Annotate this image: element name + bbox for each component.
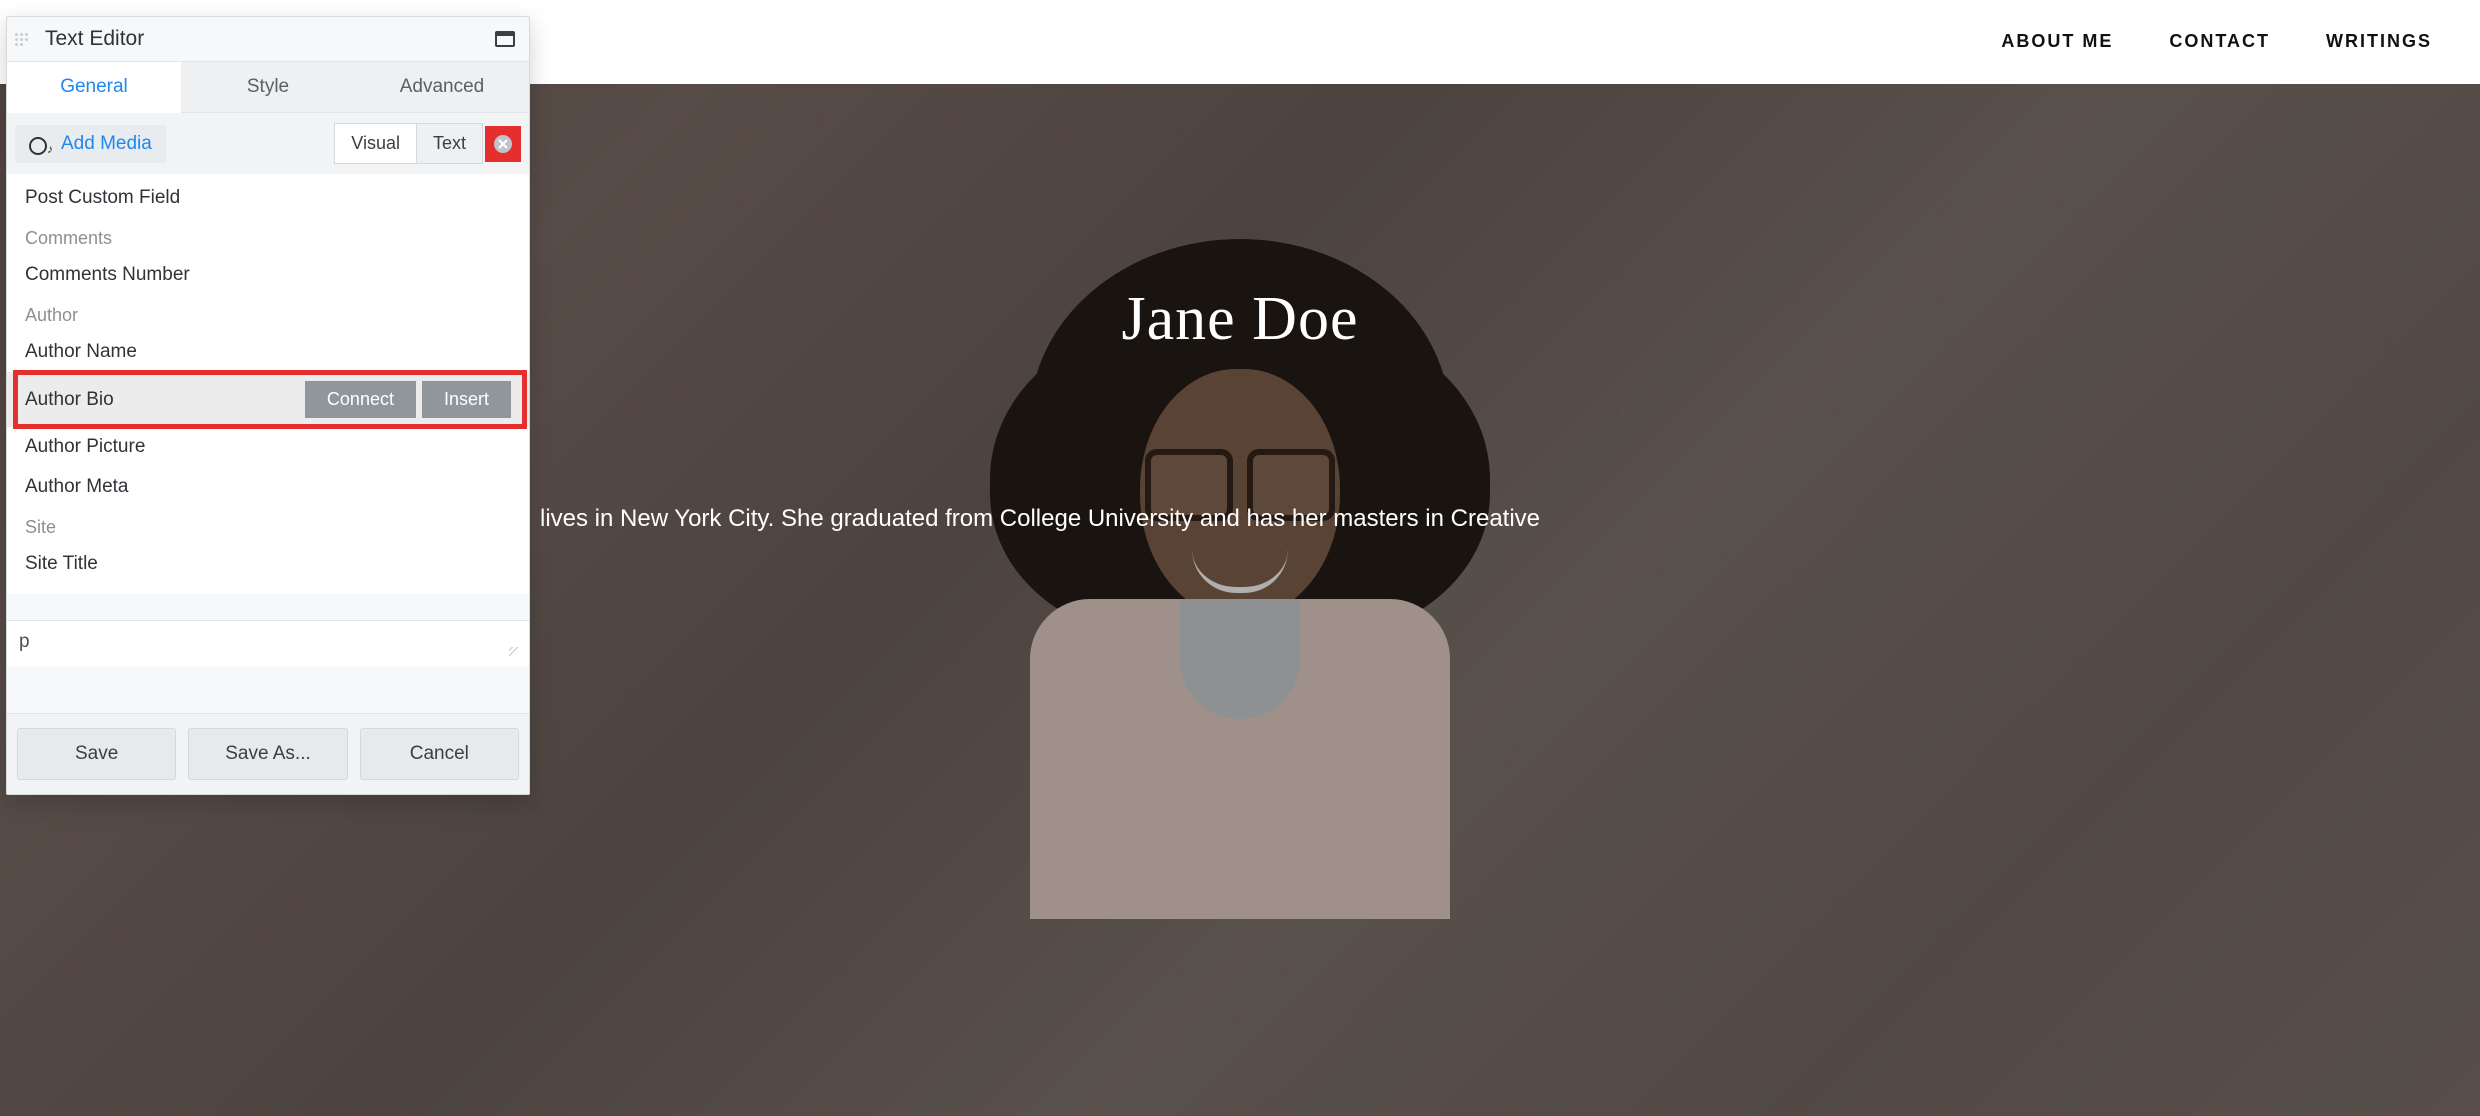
panel-title: Text Editor bbox=[39, 27, 495, 51]
field-item-site-title[interactable]: Site Title bbox=[7, 544, 529, 584]
field-item-actions: Connect Insert bbox=[305, 381, 511, 418]
field-item-author-bio[interactable]: Author Bio Connect Insert bbox=[7, 372, 529, 427]
nav-about[interactable]: ABOUT ME bbox=[2001, 31, 2113, 52]
cancel-button[interactable]: Cancel bbox=[360, 728, 519, 780]
add-media-label: Add Media bbox=[61, 133, 152, 155]
field-item-author-meta[interactable]: Author Meta bbox=[7, 467, 529, 507]
tab-general[interactable]: General bbox=[7, 62, 181, 113]
tab-advanced[interactable]: Advanced bbox=[355, 62, 529, 113]
panel-tabs: General Style Advanced bbox=[7, 61, 529, 113]
nav-contact[interactable]: CONTACT bbox=[2169, 31, 2270, 52]
mode-visual-button[interactable]: Visual bbox=[334, 123, 417, 164]
drag-handle-icon[interactable] bbox=[15, 33, 29, 46]
mode-text-button[interactable]: Text bbox=[417, 123, 483, 164]
panel-header[interactable]: Text Editor bbox=[7, 17, 529, 61]
dynamic-field-list: Post Custom Field Comments Comments Numb… bbox=[7, 174, 529, 594]
dynamic-content-close-button[interactable] bbox=[485, 126, 521, 162]
media-icon bbox=[29, 135, 51, 153]
site-nav: ABOUT ME CONTACT WRITINGS bbox=[2001, 31, 2432, 52]
hero-title: Jane Doe bbox=[1122, 284, 1359, 355]
maximize-icon[interactable] bbox=[495, 31, 515, 47]
connect-button[interactable]: Connect bbox=[305, 381, 416, 418]
group-label-author: Author bbox=[7, 295, 529, 332]
field-item-comments-number[interactable]: Comments Number bbox=[7, 255, 529, 295]
editor-mode-toggle: Visual Text bbox=[334, 123, 483, 164]
field-item-label: Author Bio bbox=[25, 389, 114, 411]
close-circle-icon bbox=[493, 134, 513, 154]
text-editor-panel: Text Editor General Style Advanced Add M… bbox=[6, 16, 530, 795]
field-item-author-bio-wrap: Author Bio Connect Insert bbox=[7, 372, 529, 427]
save-as-button[interactable]: Save As... bbox=[188, 728, 347, 780]
nav-writings[interactable]: WRITINGS bbox=[2326, 31, 2432, 52]
field-item-author-picture[interactable]: Author Picture bbox=[7, 427, 529, 467]
editor-path-bar[interactable]: p bbox=[7, 620, 529, 667]
field-item-post-custom-field[interactable]: Post Custom Field bbox=[7, 178, 529, 218]
add-media-button[interactable]: Add Media bbox=[15, 125, 166, 163]
group-label-site: Site bbox=[7, 507, 529, 544]
save-button[interactable]: Save bbox=[17, 728, 176, 780]
tab-style[interactable]: Style bbox=[181, 62, 355, 113]
editor-toolbar: Add Media Visual Text bbox=[7, 113, 529, 174]
editor-path-text: p bbox=[19, 631, 30, 652]
resize-grip-icon[interactable] bbox=[509, 647, 523, 661]
panel-footer: Save Save As... Cancel bbox=[7, 713, 529, 794]
field-item-author-name[interactable]: Author Name bbox=[7, 332, 529, 372]
insert-button[interactable]: Insert bbox=[422, 381, 511, 418]
group-label-comments: Comments bbox=[7, 218, 529, 255]
